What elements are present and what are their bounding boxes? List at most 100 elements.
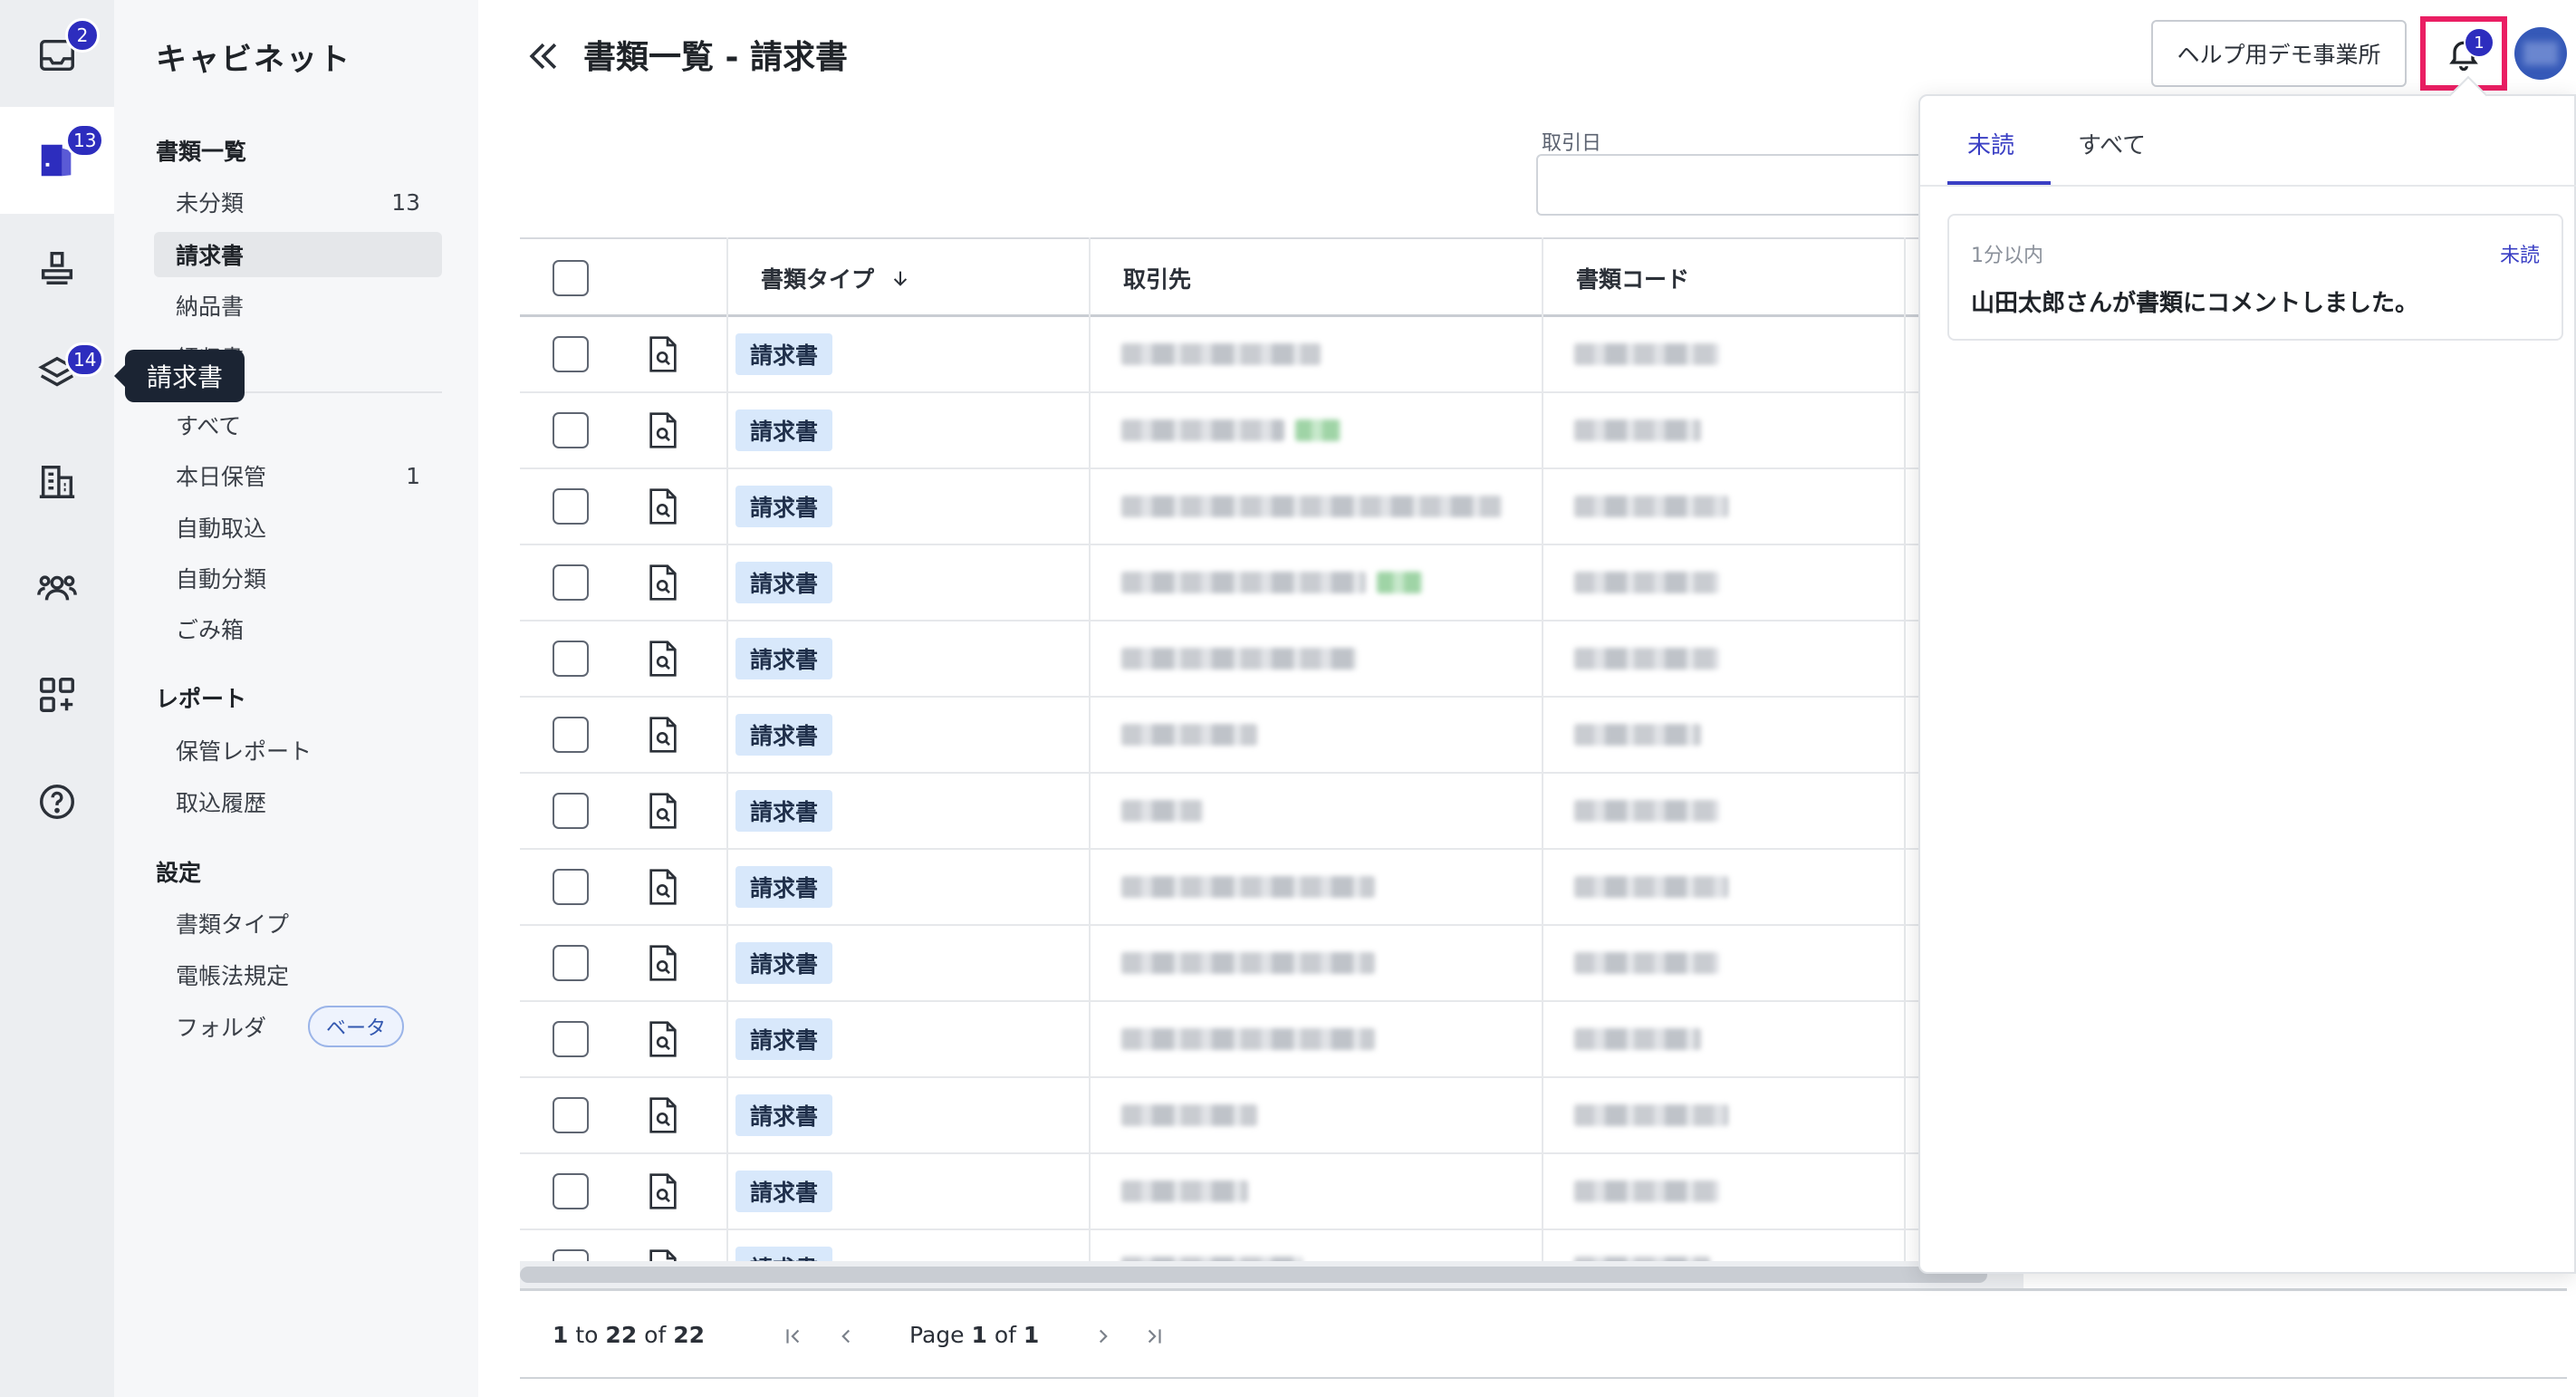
row-checkbox[interactable]: [553, 869, 589, 905]
notification-status[interactable]: 未読: [2500, 239, 2540, 268]
document-type-tag[interactable]: 請求書: [735, 1247, 833, 1261]
row-checkbox[interactable]: [553, 793, 589, 829]
document-preview-icon[interactable]: [647, 869, 679, 905]
sidebar-item-import-history[interactable]: 取込履歴: [154, 779, 442, 824]
select-all-checkbox[interactable]: [553, 259, 589, 296]
row-checkbox[interactable]: [553, 1173, 589, 1209]
rail-users[interactable]: [0, 535, 114, 641]
rail-stamp[interactable]: [0, 214, 114, 321]
document-type-tag[interactable]: 請求書: [735, 866, 833, 908]
tab-unread[interactable]: 未読: [1967, 127, 2014, 160]
table-row[interactable]: 請求書: [520, 1002, 2023, 1078]
table-row[interactable]: 請求書: [520, 698, 2023, 774]
collapse-chevrons-icon[interactable]: [524, 36, 563, 76]
horizontal-scrollbar[interactable]: [520, 1261, 2023, 1288]
table-row[interactable]: 請求書: [520, 1154, 2023, 1230]
column-header-vendor[interactable]: 取引先: [1089, 239, 1542, 316]
row-checkbox[interactable]: [553, 1021, 589, 1057]
sidebar-item-storage-report[interactable]: 保管レポート: [154, 727, 442, 773]
document-preview-icon[interactable]: [647, 488, 679, 525]
table-row[interactable]: 請求書: [520, 926, 2023, 1002]
vendor-cell: [1121, 1002, 1375, 1076]
document-preview-icon[interactable]: [647, 336, 679, 372]
row-checkbox[interactable]: [553, 336, 589, 372]
office-switch-button[interactable]: ヘルプ用デモ事業所: [2151, 20, 2407, 87]
document-preview-icon[interactable]: [647, 641, 679, 677]
chevron-right-icon: [1099, 1329, 1108, 1344]
rail-stack[interactable]: 14: [0, 321, 114, 428]
table-row[interactable]: 請求書: [520, 1078, 2023, 1154]
document-type-tag[interactable]: 請求書: [735, 562, 833, 603]
rail-apps[interactable]: [0, 641, 114, 748]
row-checkbox[interactable]: [553, 488, 589, 525]
sidebar-item-auto-import[interactable]: 自動取込: [154, 505, 442, 550]
table-row[interactable]: 請求書: [520, 774, 2023, 850]
table-row[interactable]: 請求書: [520, 545, 2023, 621]
row-checkbox[interactable]: [553, 412, 589, 448]
scrollbar-thumb[interactable]: [520, 1267, 1987, 1283]
tab-all[interactable]: すべて: [2078, 127, 2146, 160]
document-type-tag[interactable]: 請求書: [735, 790, 833, 832]
type-cell: 請求書: [735, 545, 833, 620]
document-preview-icon[interactable]: [647, 793, 679, 829]
column-header-type[interactable]: 書類タイプ: [726, 239, 1089, 316]
vendor-cell: [1121, 469, 1502, 544]
table-row[interactable]: 請求書: [520, 1230, 2023, 1261]
redacted-text: [1121, 800, 1203, 822]
column-header-doc-code[interactable]: 書類コード: [1542, 239, 1904, 316]
document-preview-icon[interactable]: [647, 945, 679, 981]
select-all-cell: [553, 239, 643, 316]
prev-page-button[interactable]: [828, 1318, 864, 1354]
document-type-tag[interactable]: 請求書: [735, 638, 833, 679]
row-checkbox[interactable]: [553, 641, 589, 677]
document-preview-icon[interactable]: [647, 564, 679, 601]
sidebar-item-unclassified[interactable]: 未分類 13: [154, 179, 442, 225]
next-page-button[interactable]: [1085, 1318, 1121, 1354]
table-row[interactable]: 請求書: [520, 850, 2023, 926]
document-type-tag[interactable]: 請求書: [735, 1018, 833, 1060]
document-type-tag[interactable]: 請求書: [735, 942, 833, 984]
sidebar-item-ebook-rules[interactable]: 電帳法規定: [154, 952, 442, 997]
sidebar-item-count: 1: [406, 462, 420, 489]
row-checkbox[interactable]: [553, 564, 589, 601]
sidebar-item-invoice[interactable]: 請求書: [154, 232, 442, 277]
first-page-button[interactable]: [775, 1318, 812, 1354]
document-preview-icon[interactable]: [647, 1021, 679, 1057]
row-checkbox[interactable]: [553, 1249, 589, 1261]
sidebar-item-trash[interactable]: ごみ箱: [154, 606, 442, 651]
document-type-tag[interactable]: 請求書: [735, 1171, 833, 1212]
sidebar-item-auto-classify[interactable]: 自動分類: [154, 555, 442, 601]
sidebar-item-document-types[interactable]: 書類タイプ: [154, 901, 442, 946]
document-preview-icon[interactable]: [647, 717, 679, 753]
row-checkbox[interactable]: [553, 1097, 589, 1133]
row-checkbox[interactable]: [553, 945, 589, 981]
document-type-tag[interactable]: 請求書: [735, 409, 833, 451]
row-checkbox[interactable]: [553, 717, 589, 753]
document-type-tag[interactable]: 請求書: [735, 486, 833, 527]
table-row[interactable]: 請求書: [520, 621, 2023, 698]
sidebar-item-stored-today[interactable]: 本日保管 1: [154, 453, 442, 498]
document-type-tag[interactable]: 請求書: [735, 714, 833, 756]
document-type-tag[interactable]: 請求書: [735, 1094, 833, 1136]
document-preview-icon[interactable]: [647, 1097, 679, 1133]
rail-documents[interactable]: 13: [0, 107, 114, 214]
document-type-tag[interactable]: 請求書: [735, 333, 833, 375]
last-page-button[interactable]: [1136, 1318, 1172, 1354]
sidebar-item-folders[interactable]: フォルダ ベータ: [154, 1004, 442, 1049]
sidebar-item-delivery-note[interactable]: 納品書: [154, 283, 442, 328]
document-preview-icon[interactable]: [647, 1173, 679, 1209]
table-row[interactable]: 請求書: [520, 317, 2023, 393]
sidebar-item-all[interactable]: すべて: [154, 402, 442, 448]
row-checkbox-cell: [553, 1078, 589, 1152]
redacted-text: [1121, 496, 1502, 517]
notification-item[interactable]: 1分以内 未読 山田太郎さんが書類にコメントしました。: [1947, 214, 2563, 341]
rail-buildings[interactable]: [0, 428, 114, 535]
document-preview-icon[interactable]: [647, 412, 679, 448]
redacted-text: [1121, 572, 1366, 593]
rail-help[interactable]: [0, 748, 114, 855]
avatar[interactable]: [2514, 27, 2567, 80]
table-row[interactable]: 請求書: [520, 393, 2023, 469]
table-row[interactable]: 請求書: [520, 469, 2023, 545]
rail-inbox[interactable]: 2: [0, 2, 114, 109]
document-preview-icon[interactable]: [647, 1249, 679, 1261]
